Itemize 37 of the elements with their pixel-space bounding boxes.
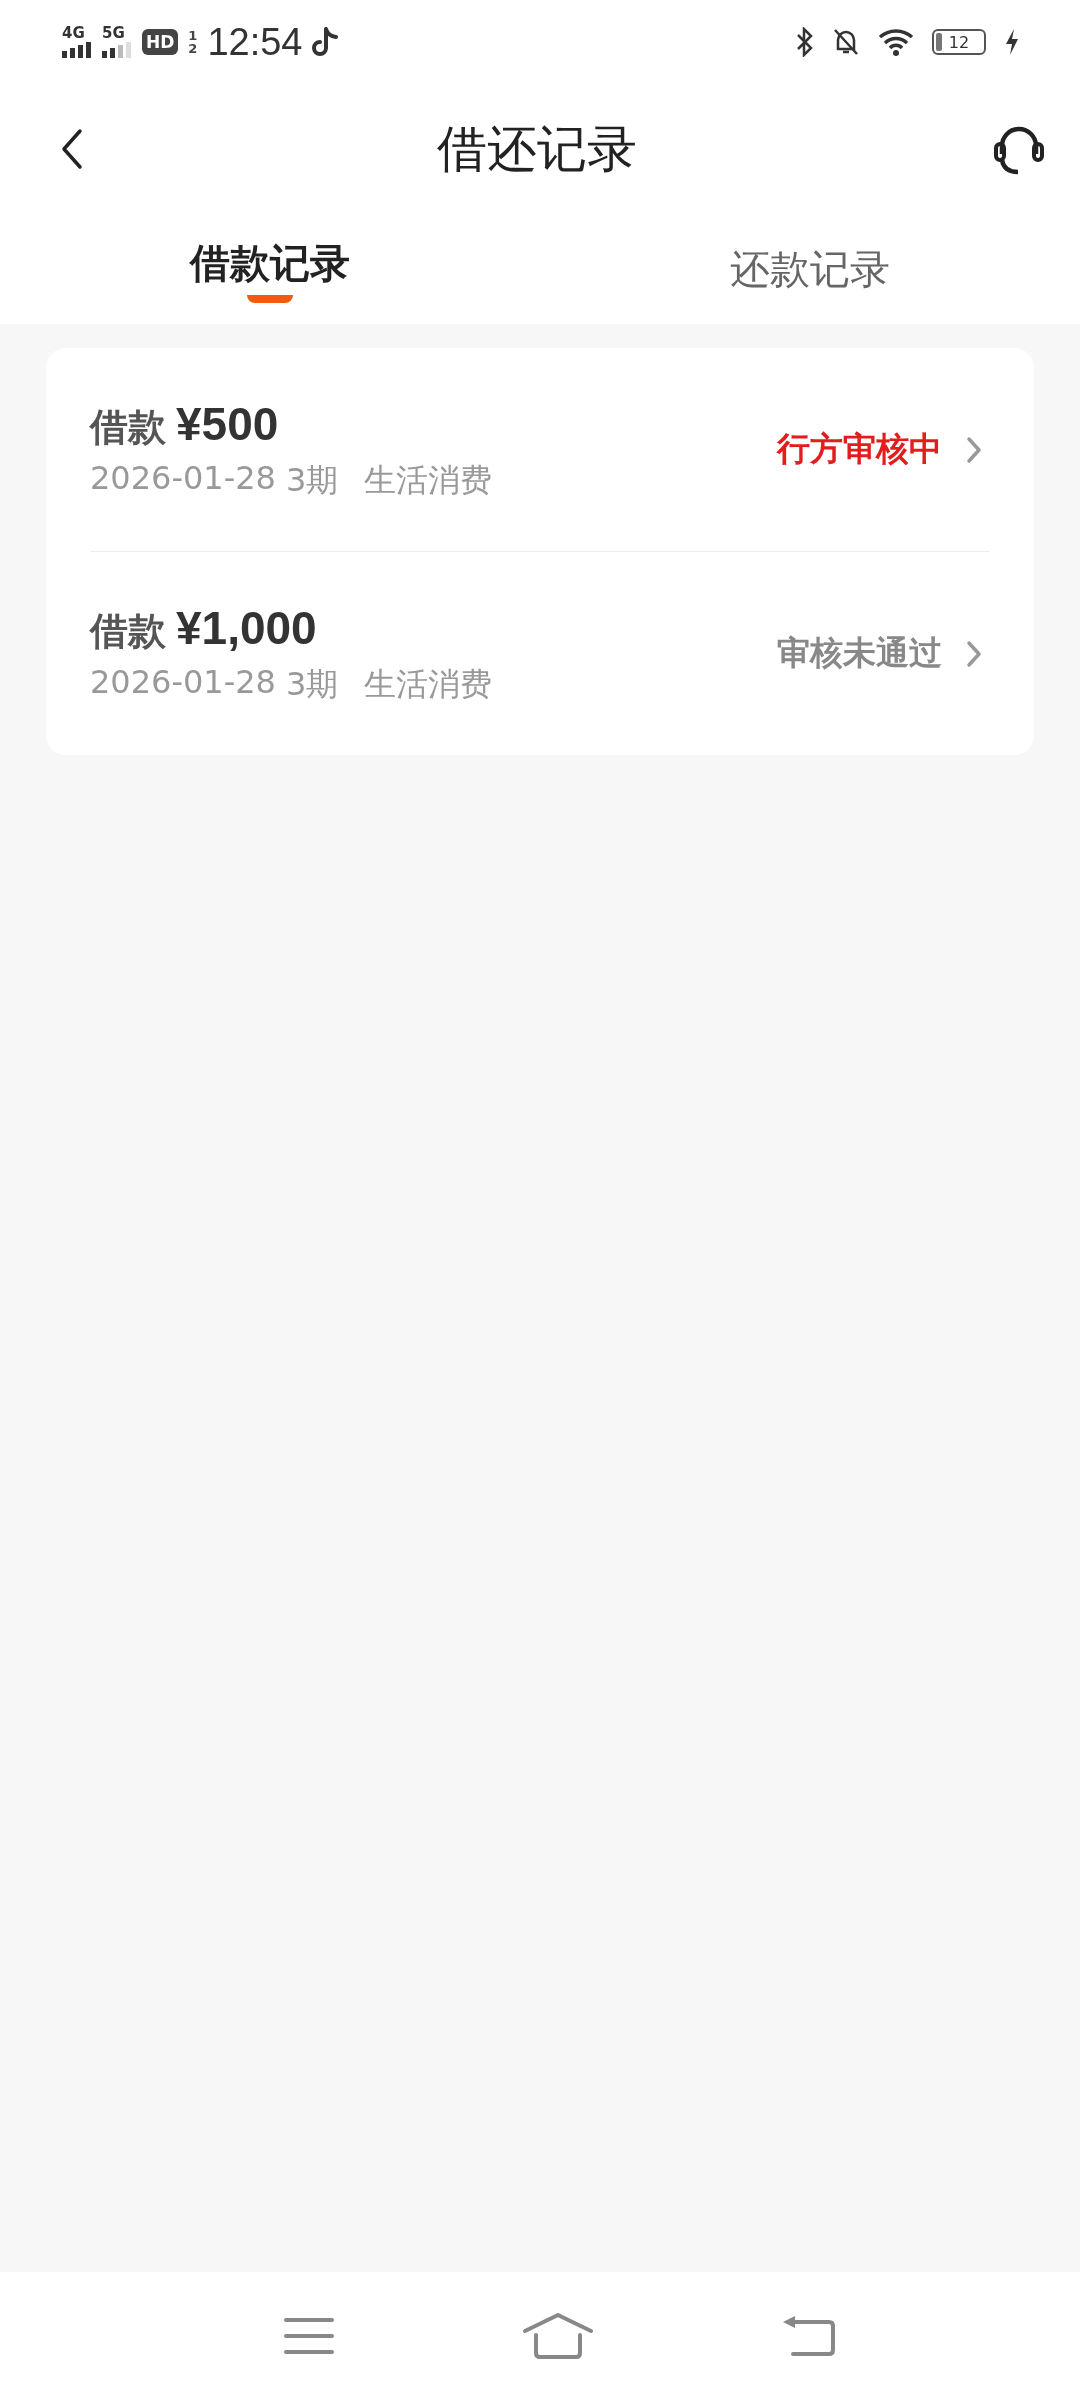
- chevron-right-icon: [966, 435, 982, 464]
- battery-icon: 12: [932, 29, 986, 55]
- sim-label: 1: [188, 29, 198, 42]
- sim-label: 2: [188, 42, 198, 55]
- hd-badge: HD: [142, 29, 179, 55]
- record-status: 行方审核中: [777, 428, 942, 470]
- charging-icon: [1004, 28, 1020, 56]
- record-row[interactable]: 借款 ¥500 2026-01-28 3期 生活消费 行方审核中: [90, 348, 990, 551]
- bluetooth-icon: [796, 27, 814, 57]
- signal-icon: [102, 42, 132, 58]
- signal-icon: [62, 42, 92, 58]
- record-purpose: 生活消费: [364, 663, 493, 705]
- record-amount: ¥500: [176, 396, 279, 451]
- back-icon[interactable]: [60, 128, 84, 170]
- chevron-right-icon: [966, 639, 982, 668]
- wifi-icon: [878, 28, 914, 56]
- tab[interactable]: 借款记录: [190, 235, 350, 291]
- record-date: 2026-01-28: [90, 458, 276, 499]
- network-label: 4G: [62, 26, 85, 41]
- record-date: 2026-01-28: [90, 662, 276, 703]
- record-row[interactable]: 借款 ¥1,000 2026-01-28 3期 生活消费 审核未通过: [90, 552, 990, 755]
- record-label: 借款: [90, 607, 166, 655]
- record-amount: ¥1,000: [176, 600, 317, 655]
- network-label: 5G: [102, 26, 125, 41]
- record-term: 3期: [285, 663, 339, 705]
- record-label: 借款: [90, 403, 166, 451]
- tab[interactable]: 还款记录: [730, 241, 890, 297]
- status-time: 12:54: [207, 20, 303, 64]
- music-note-icon: [312, 27, 339, 57]
- record-purpose: 生活消费: [364, 459, 493, 501]
- home-icon[interactable]: [522, 2313, 594, 2359]
- record-term: 3期: [285, 459, 339, 501]
- record-status: 审核未通过: [777, 632, 942, 674]
- bell-muted-icon: [832, 27, 860, 57]
- page-title: 借还记录: [437, 118, 637, 180]
- menu-icon[interactable]: [283, 2316, 336, 2356]
- tab-indicator: [247, 294, 293, 303]
